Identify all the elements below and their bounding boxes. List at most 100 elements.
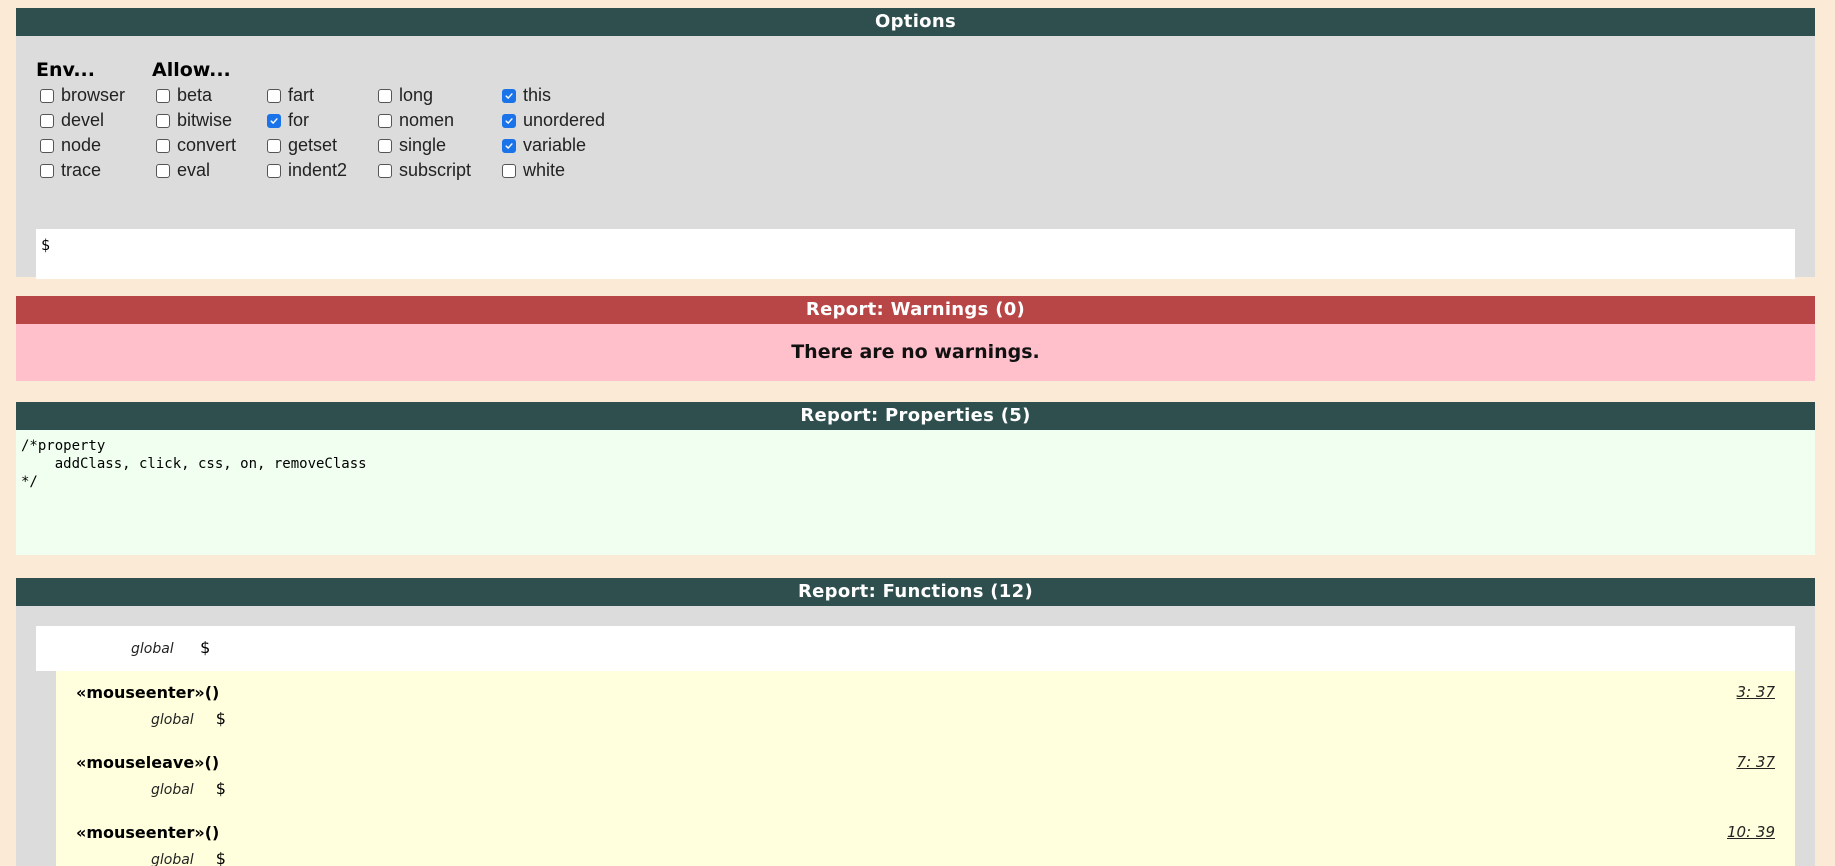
- function-location-link[interactable]: 3: 37: [1737, 683, 1775, 701]
- option-long[interactable]: long: [374, 83, 471, 108]
- warnings-message: There are no warnings.: [16, 324, 1815, 381]
- properties-panel: Report: Properties (5) /*property addCla…: [16, 402, 1815, 555]
- option-label: this: [523, 85, 552, 105]
- properties-header: Report: Properties (5): [16, 402, 1815, 430]
- option-bitwise[interactable]: bitwise: [152, 108, 236, 133]
- option-beta[interactable]: beta: [152, 83, 236, 108]
- warnings-panel: Report: Warnings (0) There are no warnin…: [16, 296, 1815, 381]
- option-label: getset: [288, 135, 338, 155]
- checkbox-trace[interactable]: [40, 163, 54, 178]
- function-name: «mouseleave»(): [76, 753, 220, 772]
- checkbox-bitwise[interactable]: [156, 113, 170, 128]
- option-nomen[interactable]: nomen: [374, 108, 471, 133]
- option-label: single: [399, 135, 447, 155]
- functions-global-row: global $: [36, 626, 1795, 671]
- checkbox-nomen[interactable]: [378, 113, 392, 128]
- option-browser[interactable]: browser: [36, 83, 125, 108]
- option-unordered[interactable]: unordered: [498, 108, 605, 133]
- checkbox-single[interactable]: [378, 138, 392, 153]
- checkbox-white[interactable]: [502, 163, 516, 178]
- env-title: Env...: [36, 59, 95, 81]
- option-variable[interactable]: variable: [498, 133, 605, 158]
- global-label: global: [151, 782, 194, 798]
- warnings-header: Report: Warnings (0): [16, 296, 1815, 324]
- option-devel[interactable]: devel: [36, 108, 125, 133]
- function-location-link[interactable]: 7: 37: [1737, 753, 1775, 771]
- allow-title: Allow...: [152, 59, 231, 81]
- checkbox-devel[interactable]: [40, 113, 54, 128]
- function-global-row: global $: [151, 709, 226, 729]
- checkbox-getset[interactable]: [267, 138, 281, 153]
- function-name: «mouseenter»(): [76, 683, 220, 702]
- global-label: global: [131, 641, 174, 657]
- checkbox-subscript[interactable]: [378, 163, 392, 178]
- option-label: beta: [177, 85, 213, 105]
- function-name: «mouseenter»(): [76, 823, 220, 842]
- functions-panel: Report: Functions (12) global $ «mouseen…: [16, 578, 1815, 866]
- global-label: global: [151, 852, 194, 866]
- option-label: browser: [61, 85, 126, 105]
- option-label: bitwise: [177, 110, 233, 130]
- options-panel: Options Env... browser devel node trace All…: [16, 8, 1815, 279]
- checkbox-unordered[interactable]: [502, 113, 516, 128]
- global-value: $: [200, 638, 211, 657]
- option-getset[interactable]: getset: [263, 133, 347, 158]
- checkbox-indent2[interactable]: [267, 163, 281, 178]
- allow-column-3: long nomen single subscript: [374, 58, 471, 183]
- option-fart[interactable]: fart: [263, 83, 347, 108]
- option-subscript[interactable]: subscript: [374, 158, 471, 183]
- function-global-row: global $: [151, 779, 226, 799]
- option-label: eval: [177, 160, 211, 180]
- option-convert[interactable]: convert: [152, 133, 236, 158]
- allow-column-4: this unordered variable white: [498, 58, 605, 183]
- checkbox-this[interactable]: [502, 88, 516, 103]
- option-label: unordered: [523, 110, 606, 130]
- function-item: «mouseenter»() 10: 39 global $: [56, 811, 1795, 866]
- option-label: variable: [523, 135, 587, 155]
- option-single[interactable]: single: [374, 133, 471, 158]
- option-label: convert: [177, 135, 237, 155]
- function-location-link[interactable]: 10: 39: [1727, 823, 1775, 841]
- checkbox-browser[interactable]: [40, 88, 54, 103]
- checkbox-long[interactable]: [378, 88, 392, 103]
- option-trace[interactable]: trace: [36, 158, 125, 183]
- checkbox-node[interactable]: [40, 138, 54, 153]
- checkmark-icon: [270, 117, 278, 124]
- option-label: fart: [288, 85, 315, 105]
- options-header: Options: [16, 8, 1815, 36]
- checkbox-for[interactable]: [267, 113, 281, 128]
- global-label: global: [151, 712, 194, 728]
- function-item: «mouseleave»() 7: 37 global $: [56, 741, 1795, 811]
- env-column: Env... browser devel node trace: [36, 58, 125, 183]
- global-value: $: [215, 779, 226, 798]
- properties-text[interactable]: /*property addClass, click, css, on, rem…: [16, 430, 1815, 555]
- function-list: «mouseenter»() 3: 37 global $ «mouseleave»()…: [56, 671, 1795, 866]
- option-label: node: [61, 135, 102, 155]
- checkbox-fart[interactable]: [267, 88, 281, 103]
- checkbox-variable[interactable]: [502, 138, 516, 153]
- checkmark-icon: [505, 142, 513, 149]
- functions-body: global $ «mouseenter»() 3: 37 global $ «mous…: [16, 606, 1815, 866]
- checkmark-icon: [505, 117, 513, 124]
- global-value: $: [215, 709, 226, 728]
- checkbox-convert[interactable]: [156, 138, 170, 153]
- option-label: nomen: [399, 110, 455, 130]
- options-body: Env... browser devel node trace Allow... be…: [16, 36, 1815, 279]
- option-for[interactable]: for: [263, 108, 347, 133]
- option-label: indent2: [288, 160, 348, 180]
- option-white[interactable]: white: [498, 158, 605, 183]
- functions-header: Report: Functions (12): [16, 578, 1815, 606]
- option-label: long: [399, 85, 434, 105]
- option-eval[interactable]: eval: [152, 158, 236, 183]
- checkbox-beta[interactable]: [156, 88, 170, 103]
- option-label: white: [523, 160, 566, 180]
- allow-column-1: Allow... beta bitwise convert eval: [152, 58, 236, 183]
- allow-column-2: fart for getset indent2: [263, 58, 347, 183]
- option-label: subscript: [399, 160, 472, 180]
- option-node[interactable]: node: [36, 133, 125, 158]
- checkbox-eval[interactable]: [156, 163, 170, 178]
- option-this[interactable]: this: [498, 83, 605, 108]
- option-label: trace: [61, 160, 102, 180]
- global-variables-input[interactable]: $: [36, 229, 1795, 279]
- option-indent2[interactable]: indent2: [263, 158, 347, 183]
